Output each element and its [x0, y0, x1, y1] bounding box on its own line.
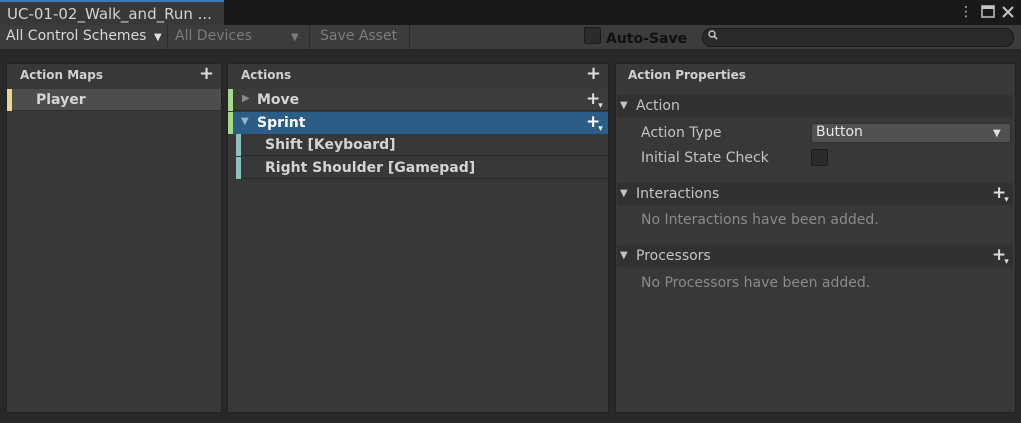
chevron-down-icon: ▼	[993, 128, 1001, 139]
binding-label: Right Shoulder [Gamepad]	[265, 160, 476, 176]
binding-color-bar	[236, 157, 241, 179]
action-label-move: Move	[257, 92, 300, 108]
initial-state-check-label: Initial State Check	[641, 150, 769, 166]
auto-save-label: Auto-Save	[606, 31, 688, 47]
search-input[interactable]	[702, 28, 1014, 47]
interactions-section-title: Interactions	[636, 186, 720, 202]
control-schemes-dropdown[interactable]: All Control Schemes ▼	[0, 25, 168, 50]
action-color-bar	[228, 89, 233, 111]
interactions-empty-text: No Interactions have been added.	[641, 212, 879, 228]
chevron-down-icon: ▼	[154, 32, 162, 43]
add-binding-button[interactable]: +▾	[586, 114, 605, 135]
action-color-bar	[228, 112, 233, 134]
window-tab[interactable]: UC-01-02_Walk_and_Run ...	[0, 0, 224, 25]
collapse-arrow-icon[interactable]: ▼	[620, 250, 628, 261]
collapse-arrow-icon[interactable]: ▼	[241, 116, 249, 127]
close-icon[interactable]	[1000, 3, 1016, 21]
action-map-label: Player	[36, 92, 86, 108]
action-maps-header: Action Maps	[20, 68, 103, 82]
processors-empty-text: No Processors have been added.	[641, 275, 871, 291]
window-tab-title: UC-01-02_Walk_and_Run ...	[7, 5, 212, 23]
save-asset-label: Save Asset	[320, 28, 398, 44]
devices-dropdown[interactable]: All Devices ▼	[169, 25, 310, 50]
processors-section-title: Processors	[636, 248, 711, 264]
initial-state-check-checkbox[interactable]	[811, 149, 828, 166]
add-action-button[interactable]: +	[586, 65, 601, 83]
action-section-title: Action	[636, 98, 680, 114]
maximize-icon[interactable]	[980, 3, 996, 21]
search-icon	[708, 30, 718, 43]
action-maps-panel	[6, 63, 222, 413]
action-label-sprint: Sprint	[257, 115, 306, 131]
action-type-label: Action Type	[641, 125, 722, 141]
add-processor-button[interactable]: +▾	[992, 247, 1011, 268]
add-binding-button[interactable]: +▾	[586, 91, 605, 112]
kebab-menu-icon[interactable]: ⋮	[958, 3, 974, 21]
save-asset-button[interactable]: Save Asset	[313, 25, 410, 50]
binding-color-bar	[236, 134, 241, 156]
action-properties-header: Action Properties	[628, 68, 746, 82]
add-interaction-button[interactable]: +▾	[992, 185, 1011, 206]
binding-label: Shift [Keyboard]	[265, 137, 396, 153]
actions-header: Actions	[241, 68, 292, 82]
control-schemes-label: All Control Schemes	[6, 28, 147, 44]
collapse-arrow-icon[interactable]: ▼	[620, 100, 628, 111]
add-action-map-button[interactable]: +	[199, 65, 214, 83]
auto-save-checkbox[interactable]	[584, 27, 601, 44]
expand-arrow-icon[interactable]: ▶	[242, 93, 250, 104]
devices-label: All Devices	[175, 28, 252, 44]
collapse-arrow-icon[interactable]: ▼	[620, 188, 628, 199]
action-type-value: Button	[816, 124, 863, 140]
action-map-color-bar	[7, 89, 12, 111]
chevron-down-icon: ▼	[291, 32, 299, 43]
